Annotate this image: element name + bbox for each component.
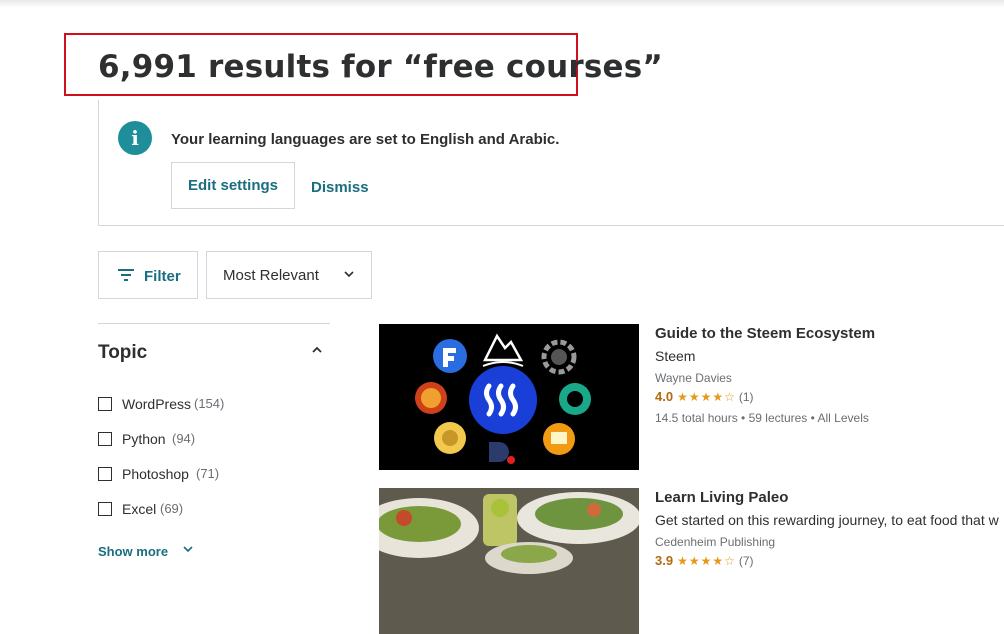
chevron-down-icon	[343, 268, 355, 283]
course-rating: 3.9 ★★★★☆ (7)	[655, 553, 754, 568]
dismiss-button[interactable]: Dismiss	[311, 179, 369, 196]
star-rating-icon: ★★★★☆	[677, 554, 736, 568]
chevron-up-icon[interactable]	[311, 343, 323, 359]
sort-dropdown[interactable]: Most Relevant	[206, 251, 372, 299]
option-count: (154)	[194, 396, 225, 411]
star-rating-icon: ★★★★☆	[677, 390, 736, 404]
checkbox[interactable]	[98, 467, 112, 481]
course-rating: 4.0 ★★★★☆ (1)	[655, 389, 754, 404]
topic-heading: Topic	[98, 342, 148, 363]
option-label: Photoshop	[122, 466, 189, 482]
edit-settings-button[interactable]: Edit settings	[171, 162, 295, 209]
filter-icon	[118, 269, 134, 281]
option-label: WordPress	[122, 396, 191, 412]
option-count: (69)	[160, 501, 184, 516]
checkbox[interactable]	[98, 502, 112, 516]
option-label: Python	[122, 431, 166, 447]
course-description: Get started on this rewarding journey, t…	[655, 512, 999, 528]
results-title: 6,991 results for “free courses”	[98, 49, 663, 85]
sidebar-divider	[98, 323, 330, 324]
course-description: Steem	[655, 348, 696, 364]
course-title[interactable]: Guide to the Steem Ecosystem	[655, 325, 875, 342]
checkbox[interactable]	[98, 397, 112, 411]
course-meta: 14.5 total hours • 59 lectures • All Lev…	[655, 411, 869, 425]
show-more-link[interactable]: Show more	[98, 544, 168, 559]
chevron-down-icon	[182, 543, 194, 558]
option-count: (71)	[196, 466, 220, 481]
option-count: (94)	[172, 431, 196, 446]
option-label: Excel	[122, 501, 157, 517]
filter-label: Filter	[144, 268, 181, 285]
rating-count: (7)	[738, 554, 754, 568]
course-author: Wayne Davies	[655, 371, 732, 385]
notice-message: Your learning languages are set to Engli…	[171, 131, 560, 148]
sort-selected-value: Most Relevant	[223, 267, 319, 284]
checkbox[interactable]	[98, 432, 112, 446]
top-shadow	[0, 0, 1004, 8]
info-icon: i	[118, 121, 152, 155]
rating-value: 4.0	[655, 389, 674, 404]
course-thumbnail[interactable]	[379, 488, 639, 634]
rating-count: (1)	[738, 390, 754, 404]
course-title[interactable]: Learn Living Paleo	[655, 489, 788, 506]
filter-button[interactable]: Filter	[98, 251, 198, 299]
course-thumbnail[interactable]	[379, 324, 639, 470]
course-author: Cedenheim Publishing	[655, 535, 776, 549]
rating-value: 3.9	[655, 553, 674, 568]
